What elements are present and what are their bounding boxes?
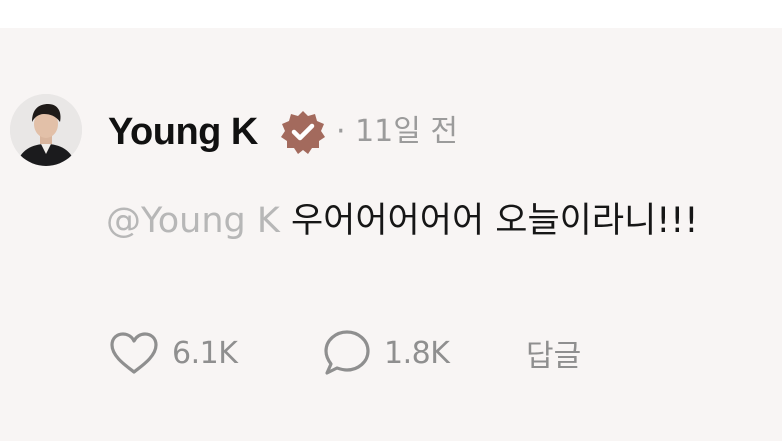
reply-label: 답글 xyxy=(526,339,582,374)
action-bar: 6.1K 1.8K 답글 xyxy=(0,308,782,398)
post-meta: · 11일 전 xyxy=(336,110,458,154)
comment-icon xyxy=(324,330,370,375)
heart-icon xyxy=(110,332,158,374)
verified-badge-icon xyxy=(281,111,325,154)
like-button[interactable]: 6.1K xyxy=(108,308,238,398)
author-avatar[interactable] xyxy=(10,94,82,166)
post-card: Young K · 11일 전 @Young K 우어어어어어 오늘이라니!!!… xyxy=(0,28,782,441)
mention-link[interactable]: @Young K xyxy=(106,201,280,241)
post-body: @Young K 우어어어어어 오늘이라니!!! xyxy=(106,196,698,246)
like-count: 6.1K xyxy=(172,335,238,371)
comment-count: 1.8K xyxy=(384,335,450,371)
post-message: 우어어어어어 오늘이라니!!! xyxy=(290,201,699,241)
meta-separator: · xyxy=(336,114,346,149)
avatar-photo xyxy=(10,94,82,166)
reply-button[interactable]: 답글 xyxy=(526,308,581,398)
author-name[interactable]: Young K xyxy=(108,110,258,154)
comment-button[interactable]: 1.8K xyxy=(322,308,450,398)
post-timestamp: 11일 전 xyxy=(355,114,459,149)
